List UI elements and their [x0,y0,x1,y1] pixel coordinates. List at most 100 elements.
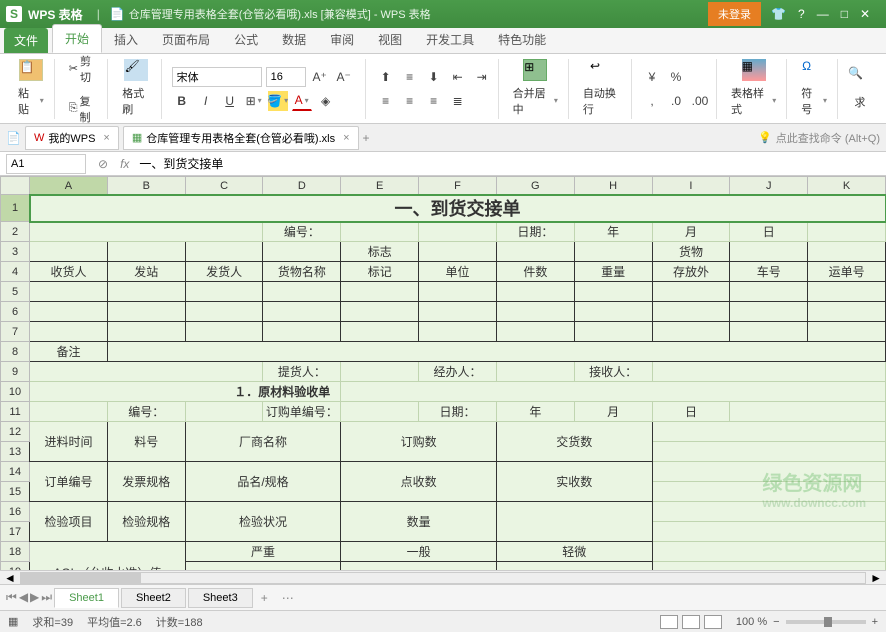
help-icon[interactable]: ? [798,7,805,21]
sheet-menu[interactable]: ⋯ [276,591,300,605]
cell[interactable]: 订购单编号： [263,402,341,422]
cell[interactable]: 标志 [341,242,419,262]
tab-review[interactable]: 审阅 [318,26,366,53]
tab-formula[interactable]: 公式 [222,26,270,53]
row-16[interactable]: 16 [1,502,30,522]
view-normal[interactable] [660,615,678,629]
sheet-tab-1[interactable]: Sheet1 [54,588,119,608]
cell[interactable]: 实收数 [496,462,652,502]
cell[interactable]: 发票规格 [107,462,185,502]
cell[interactable]: 检验状况 [185,502,341,542]
merge-button[interactable]: 合并居中 [509,83,562,119]
sheet-tab-3[interactable]: Sheet3 [188,588,253,608]
cell[interactable]: 点收数 [341,462,497,502]
cell[interactable]: 发货人 [185,262,263,282]
indent-inc[interactable]: ⇥ [472,67,492,87]
row-19[interactable]: 19 [1,562,30,571]
zoom-slider[interactable] [786,620,866,624]
fn-dropdown[interactable]: ⊘ [98,157,108,171]
cell[interactable]: 年 [574,222,652,242]
cut-button[interactable]: ✂ 剪切 [65,51,102,87]
cell[interactable]: 一般 [341,542,497,562]
nav-last[interactable]: ⏭ [41,590,52,605]
search-hint[interactable]: 💡点此查找命令 (Alt+Q) [758,130,880,146]
size-select[interactable] [266,67,306,87]
tab-data[interactable]: 数据 [270,26,318,53]
border-button[interactable]: ⊞ [244,91,264,111]
tab-start[interactable]: 开始 [52,24,102,53]
cell[interactable]: 订购数 [341,422,497,462]
dec-inc[interactable]: .0 [666,91,686,111]
grow-font[interactable]: A⁺ [310,67,330,87]
shrink-font[interactable]: A⁻ [334,67,354,87]
find-button[interactable]: 求 [850,92,869,112]
cell[interactable]: 日 [730,222,808,242]
row-4[interactable]: 4 [1,262,30,282]
doctab-mywps[interactable]: W我的WPS× [25,126,119,150]
file-menu[interactable]: 文件 [4,28,48,53]
namebox[interactable]: A1 [6,154,86,174]
row-13[interactable]: 13 [1,442,30,462]
nav-prev[interactable]: ◀ [19,590,28,605]
cell[interactable]: 料号 [107,422,185,462]
cell[interactable]: 接收人： [574,362,652,382]
comma-button[interactable]: , [642,91,662,111]
col-J[interactable]: J [730,177,808,195]
cell[interactable]: 编号： [107,402,185,422]
styles-button[interactable]: 表格样式 [727,83,780,119]
cell[interactable]: 件数 [496,262,574,282]
cell[interactable]: 单位 [419,262,497,282]
cell[interactable]: AQL（允收水准）值 [30,542,186,571]
row-15[interactable]: 15 [1,482,30,502]
cell[interactable]: 年 [496,402,574,422]
nav-first[interactable]: ⏮ [6,590,17,605]
col-G[interactable]: G [496,177,574,195]
align-mid[interactable]: ≡ [400,67,420,87]
italic-button[interactable]: I [196,91,216,111]
col-C[interactable]: C [185,177,263,195]
cell[interactable]: 数量 [341,502,497,542]
cell[interactable]: 订单编号 [30,462,108,502]
addtab-icon[interactable]: + [363,131,370,145]
row-17[interactable]: 17 [1,522,30,542]
cell[interactable]: 编号： [263,222,341,242]
fill-button[interactable]: 🪣 [268,91,288,111]
wrap-button[interactable]: 自动换行 [579,83,625,119]
cell[interactable]: 交货数 [496,422,652,462]
cell[interactable]: 经办人： [419,362,497,382]
view-layout[interactable] [704,615,722,629]
minimize-icon[interactable]: — [817,7,829,21]
symbol-icon[interactable]: Ω [802,59,826,81]
maximize-icon[interactable]: □ [841,7,848,21]
cell[interactable]: 轻微 [496,542,652,562]
align-center[interactable]: ≡ [400,91,420,111]
col-F[interactable]: F [419,177,497,195]
row-1[interactable]: 1 [1,195,30,222]
sheet-tab-2[interactable]: Sheet2 [121,588,186,608]
col-I[interactable]: I [652,177,730,195]
doctab-file[interactable]: ▦仓库管理专用表格全套(仓管必看哦).xls× [123,126,359,150]
cell[interactable]: 进料时间 [30,422,108,462]
row-9[interactable]: 9 [1,362,30,382]
nav-next[interactable]: ▶ [30,590,39,605]
cell-title[interactable]: 一、到货交接单 [30,195,886,222]
close-tab-icon[interactable]: × [103,132,109,144]
tab-dev[interactable]: 开发工具 [414,26,486,53]
row-14[interactable]: 14 [1,462,30,482]
cell[interactable]: 提货人： [263,362,341,382]
cell[interactable]: 收货人 [30,262,108,282]
align-right[interactable]: ≡ [424,91,444,111]
percent-button[interactable]: % [666,67,686,87]
dec-dec[interactable]: .00 [690,91,710,111]
hscrollbar[interactable]: ◄► [0,570,886,584]
bold-button[interactable]: B [172,91,192,111]
cell[interactable]: 检验项目 [30,502,108,542]
painter-icon[interactable]: 🖌 [124,59,148,81]
cell[interactable]: 备注 [30,342,108,362]
login-button[interactable]: 未登录 [708,2,761,26]
font-select[interactable] [172,67,262,87]
cell[interactable]: 月 [574,402,652,422]
currency-button[interactable]: ¥ [642,67,662,87]
cell[interactable]: 日期： [419,402,497,422]
newdoc-icon[interactable]: 📄 [6,131,21,145]
